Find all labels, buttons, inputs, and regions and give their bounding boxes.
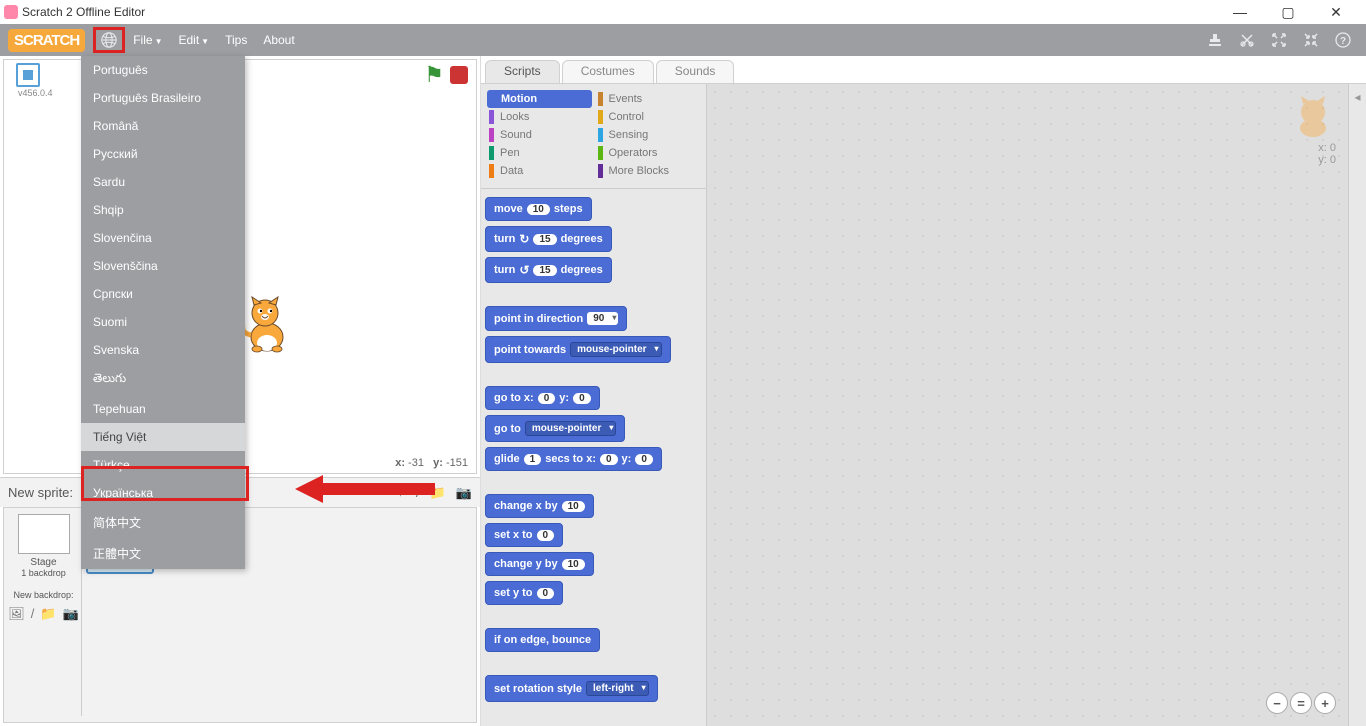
block-go-to-xy[interactable]: go to x:0y:0 [485, 386, 600, 410]
block-palette: Motion Events Looks Control Sound Sensin… [481, 84, 707, 726]
close-button[interactable]: ✕ [1324, 4, 1348, 21]
block-glide[interactable]: glide1secs to x:0y:0 [485, 447, 662, 471]
language-option[interactable]: Português Brasileiro [81, 84, 245, 112]
camera-backdrop-icon[interactable]: 📷 [63, 606, 79, 622]
script-xy-display: x: 0 y: 0 [1318, 142, 1336, 166]
language-option[interactable]: తెలుగు [81, 364, 245, 395]
language-dropdown: PortuguêsPortuguês BrasileiroRomânăРусск… [81, 56, 245, 569]
tabs: Scripts Costumes Sounds [481, 60, 1366, 84]
scissors-tool-icon[interactable] [1238, 31, 1256, 49]
grow-tool-icon[interactable] [1270, 31, 1288, 49]
menubar: SCRATCH File▼ Edit▼ Tips About ? [0, 24, 1366, 56]
block-point-direction[interactable]: point in direction90 [485, 306, 627, 331]
globe-icon [100, 31, 118, 49]
cat-more-blocks[interactable]: More Blocks [596, 162, 701, 180]
cat-motion[interactable]: Motion [487, 90, 592, 108]
block-bounce[interactable]: if on edge, bounce [485, 628, 600, 652]
block-point-towards[interactable]: point towardsmouse-pointer [485, 336, 671, 363]
tab-scripts[interactable]: Scripts [485, 60, 560, 83]
block-move[interactable]: move10steps [485, 197, 592, 221]
language-option[interactable]: Русский [81, 140, 245, 168]
new-sprite-label: New sprite: [8, 485, 73, 500]
stop-button[interactable] [450, 66, 468, 84]
menu-tips[interactable]: Tips [217, 33, 255, 47]
zoom-in-button[interactable]: + [1314, 692, 1336, 714]
language-option[interactable]: Sardu [81, 168, 245, 196]
category-grid: Motion Events Looks Control Sound Sensin… [481, 84, 706, 189]
block-change-y[interactable]: change y by10 [485, 552, 594, 576]
blocks-list[interactable]: move10steps turn↻15degrees turn↺15degree… [481, 189, 706, 726]
cat-pen[interactable]: Pen [487, 144, 592, 162]
backdrop-count-label: 1 backdrop [21, 568, 66, 578]
language-option[interactable]: Slovenčina [81, 224, 245, 252]
zoom-controls: − = + [1266, 692, 1336, 714]
scratch-logo: SCRATCH [8, 29, 85, 52]
language-button[interactable] [93, 27, 125, 53]
language-option[interactable]: Svenska [81, 336, 245, 364]
language-option[interactable]: Українська [81, 479, 245, 507]
backpack-tab[interactable]: ◂ [1348, 84, 1366, 726]
app-icon [4, 5, 18, 19]
stage-thumbnail[interactable] [18, 514, 70, 554]
language-option[interactable]: Shqip [81, 196, 245, 224]
cat-sound[interactable]: Sound [487, 126, 592, 144]
camera-sprite-icon[interactable]: 📷 [456, 485, 472, 501]
language-option[interactable]: Tiếng Việt [81, 423, 245, 451]
upload-backdrop-icon[interactable]: 📁 [40, 606, 56, 622]
cat-looks[interactable]: Looks [487, 108, 592, 126]
language-option[interactable]: Türkçe [81, 451, 245, 479]
paint-backdrop-icon[interactable]: / [31, 606, 35, 622]
stamp-tool-icon[interactable] [1206, 31, 1224, 49]
shrink-tool-icon[interactable] [1302, 31, 1320, 49]
turn-ccw-icon: ↺ [519, 263, 529, 277]
script-sprite-watermark [1290, 94, 1336, 145]
block-turn-ccw[interactable]: turn↺15degrees [485, 257, 612, 283]
annotation-arrow [295, 475, 435, 508]
right-panel: Scripts Costumes Sounds Motion Events Lo… [480, 56, 1366, 726]
language-option[interactable]: 简体中文 [81, 507, 245, 538]
language-option[interactable]: 正體中文 [81, 538, 245, 569]
script-area[interactable]: x: 0 y: 0 − = + [707, 84, 1348, 726]
language-option[interactable]: Português [81, 56, 245, 84]
block-set-x[interactable]: set x to0 [485, 523, 563, 547]
block-rotation-style[interactable]: set rotation styleleft-right [485, 675, 658, 702]
menu-file[interactable]: File▼ [125, 33, 170, 47]
language-option[interactable]: Slovenščina [81, 252, 245, 280]
window-controls: — ▢ ✕ [1228, 4, 1362, 21]
cat-data[interactable]: Data [487, 162, 592, 180]
block-go-to-sprite[interactable]: go tomouse-pointer [485, 415, 625, 442]
cat-events[interactable]: Events [596, 90, 701, 108]
cat-operators[interactable]: Operators [596, 144, 701, 162]
language-option[interactable]: Suomi [81, 308, 245, 336]
stage-thumb-label: Stage [30, 557, 56, 568]
menu-edit[interactable]: Edit▼ [170, 33, 217, 47]
language-option[interactable]: Tepehuan [81, 395, 245, 423]
block-set-y[interactable]: set y to0 [485, 581, 563, 605]
language-option[interactable]: Română [81, 112, 245, 140]
window-titlebar: Scratch 2 Offline Editor — ▢ ✕ [0, 0, 1366, 24]
minimize-button[interactable]: — [1228, 4, 1252, 21]
menu-about[interactable]: About [255, 33, 302, 47]
fullscreen-button[interactable] [16, 63, 40, 87]
maximize-button[interactable]: ▢ [1276, 4, 1300, 21]
help-tool-icon[interactable]: ? [1334, 31, 1352, 49]
backdrop-library-icon[interactable]: 🖼 [8, 606, 25, 622]
zoom-reset-button[interactable]: = [1290, 692, 1312, 714]
zoom-out-button[interactable]: − [1266, 692, 1288, 714]
language-option[interactable]: Српски [81, 280, 245, 308]
tab-sounds[interactable]: Sounds [656, 60, 735, 83]
new-backdrop-label: New backdrop: [13, 590, 73, 600]
window-title: Scratch 2 Offline Editor [22, 5, 145, 19]
tab-costumes[interactable]: Costumes [562, 60, 654, 83]
stage-coordinates: x: -31 y: -151 [395, 457, 468, 469]
cat-sensing[interactable]: Sensing [596, 126, 701, 144]
green-flag-button[interactable]: ⚑ [424, 62, 444, 88]
block-turn-cw[interactable]: turn↻15degrees [485, 226, 612, 252]
cat-control[interactable]: Control [596, 108, 701, 126]
turn-cw-icon: ↻ [519, 232, 529, 246]
cat-sprite[interactable] [239, 295, 295, 360]
block-change-x[interactable]: change x by10 [485, 494, 594, 518]
svg-text:?: ? [1340, 36, 1346, 47]
